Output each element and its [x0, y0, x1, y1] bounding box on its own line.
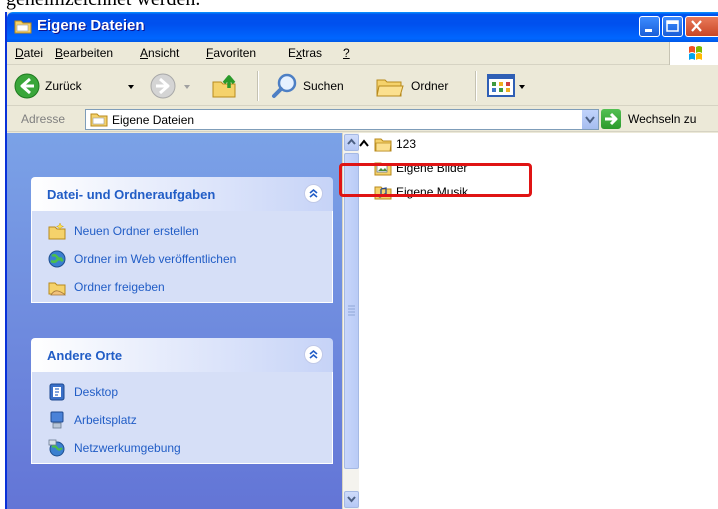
- back-label: Zurück: [45, 79, 82, 93]
- address-bar: Adresse Eigene Dateien Wechseln zu: [7, 106, 718, 132]
- chevron-down-icon: [184, 85, 190, 89]
- scroll-down-button[interactable]: [344, 491, 359, 508]
- grip-icon: [348, 305, 355, 316]
- title-bar[interactable]: Eigene Dateien: [7, 12, 718, 42]
- task-pane: Datei- und Ordneraufgaben Neuen Ordner e…: [7, 133, 342, 509]
- chevron-down-icon: [585, 116, 595, 124]
- folder-icon: [14, 20, 32, 34]
- menu-ansicht[interactable]: Ansicht: [140, 46, 179, 60]
- window-title: Eigene Dateien: [37, 17, 145, 34]
- folders-button[interactable]: Ordner: [373, 71, 469, 101]
- panel-body: Neuen Ordner erstellen Ordner im Web ver…: [31, 211, 333, 303]
- toolbar-separator: [257, 71, 259, 101]
- file-list: 123 Eigene Bilder Eigene Musik: [359, 133, 718, 509]
- chevron-down-icon: [519, 85, 525, 89]
- folders-label: Ordner: [411, 79, 449, 93]
- chevron-down-icon: [347, 496, 356, 503]
- my-computer-icon: [50, 411, 64, 429]
- go-label[interactable]: Wechseln zu: [628, 112, 696, 126]
- go-button[interactable]: [601, 109, 621, 129]
- file-name: Eigene Bilder: [396, 161, 468, 175]
- go-arrow-icon: [605, 112, 618, 126]
- menu-extras[interactable]: Extras: [288, 46, 322, 60]
- panel-header[interactable]: Datei- und Ordneraufgaben: [31, 177, 333, 211]
- menu-favoriten[interactable]: Favoriten: [206, 46, 256, 60]
- up-folder-button[interactable]: [207, 71, 243, 101]
- toolbar: Zurück Suchen Ordner: [7, 66, 718, 106]
- menu-bearbeiten[interactable]: Bearbeiten: [55, 46, 113, 60]
- address-input[interactable]: Eigene Dateien: [85, 109, 599, 130]
- search-icon: [272, 73, 297, 98]
- toolbar-separator: [475, 71, 477, 101]
- new-folder-icon: [48, 222, 66, 240]
- double-chevron-up-icon: [309, 349, 318, 359]
- chevron-down-icon: [128, 85, 134, 89]
- place-label: Netzwerkumgebung: [74, 441, 181, 455]
- task-label: Neuen Ordner erstellen: [74, 224, 199, 238]
- forward-arrow-icon: [150, 73, 176, 99]
- minimize-button[interactable]: [639, 16, 660, 37]
- place-label: Arbeitsplatz: [74, 413, 137, 427]
- folder-icon: [90, 113, 108, 127]
- collapse-button[interactable]: [304, 184, 323, 203]
- explorer-window: Eigene Dateien Datei Bearbeiten Ansicht …: [5, 12, 718, 509]
- search-button[interactable]: Suchen: [269, 71, 363, 101]
- panel-title: Andere Orte: [47, 348, 123, 363]
- collapse-button[interactable]: [304, 345, 323, 364]
- network-icon: [48, 439, 65, 457]
- pictures-folder-icon: [374, 162, 392, 176]
- windows-flag-icon: [689, 46, 702, 60]
- maximize-icon: [666, 20, 679, 32]
- close-icon: [691, 20, 702, 32]
- up-folder-icon: [212, 75, 236, 98]
- back-button[interactable]: Zurück: [11, 71, 139, 101]
- music-folder-icon: [374, 186, 392, 200]
- views-icon: [487, 74, 515, 97]
- panel-body: Desktop Arbeitsplatz Netzwerkumgebung: [31, 372, 333, 464]
- search-label: Suchen: [303, 79, 344, 93]
- panel-title: Datei- und Ordneraufgaben: [47, 187, 216, 202]
- menu-datei[interactable]: Datei: [15, 46, 43, 60]
- task-label: Ordner im Web veröffentlichen: [74, 252, 237, 266]
- chevron-up-icon: [359, 139, 369, 147]
- minimize-icon: [645, 29, 652, 32]
- file-name: 123: [396, 137, 417, 151]
- address-value: Eigene Dateien: [112, 113, 195, 127]
- address-label: Adresse: [21, 112, 66, 126]
- file-name: Eigene Musik: [396, 185, 469, 199]
- folder-icon: [374, 138, 392, 152]
- caption-text: geheimzeichnet werden.: [6, 0, 200, 11]
- back-arrow-icon: [14, 73, 40, 99]
- windows-logo: [669, 42, 718, 65]
- other-places-panel: Andere Orte Desktop Arbeitsplatz Netzwer…: [31, 338, 333, 464]
- address-dropdown-button[interactable]: [581, 110, 598, 129]
- web-publish-icon: [48, 250, 66, 268]
- task-label: Ordner freigeben: [74, 280, 165, 294]
- double-chevron-up-icon: [309, 188, 318, 198]
- close-button[interactable]: [685, 16, 718, 37]
- views-button[interactable]: [485, 71, 533, 101]
- menu-bar: Datei Bearbeiten Ansicht Favoriten Extra…: [7, 42, 718, 65]
- share-folder-icon: [48, 282, 66, 296]
- caption-strip: geheimzeichnet werden.: [0, 0, 718, 12]
- maximize-button[interactable]: [662, 16, 683, 37]
- file-folder-tasks-panel: Datei- und Ordneraufgaben Neuen Ordner e…: [31, 177, 333, 303]
- menu-help[interactable]: ?: [343, 46, 350, 60]
- vertical-scrollbar[interactable]: [342, 133, 359, 509]
- collapse-button[interactable]: [357, 137, 371, 151]
- desktop-icon: [49, 383, 65, 401]
- scroll-thumb[interactable]: [344, 153, 359, 469]
- forward-button[interactable]: [147, 71, 197, 101]
- folders-icon: [376, 79, 404, 97]
- place-label: Desktop: [74, 385, 119, 399]
- panel-header[interactable]: Andere Orte: [31, 338, 333, 372]
